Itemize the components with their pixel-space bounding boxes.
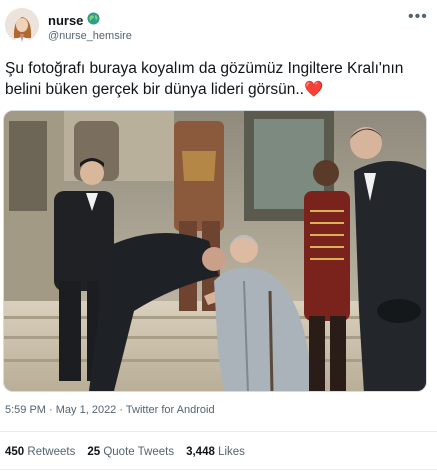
photo-illustration	[4, 111, 426, 391]
divider	[0, 431, 437, 432]
tweet-stats: 450 Retweets 25 Quote Tweets 3,448 Likes	[5, 446, 245, 458]
retweets-label: Retweets	[27, 446, 76, 458]
likes-label: Likes	[218, 446, 245, 458]
quotes-count: 25	[87, 446, 101, 458]
author-name-row[interactable]: nurse	[48, 12, 100, 28]
divider	[0, 469, 437, 470]
likes-stat[interactable]: 3,448 Likes	[186, 446, 245, 458]
tweet-date[interactable]: May 1, 2022	[56, 404, 117, 416]
more-icon[interactable]: •••	[408, 8, 428, 26]
tweet-body: Şu fotoğrafı buraya koyalım da gözümüz I…	[5, 60, 404, 98]
retweets-stat[interactable]: 450 Retweets	[5, 446, 75, 458]
author-display-name[interactable]: nurse	[48, 13, 83, 28]
retweets-count: 450	[5, 446, 25, 458]
avatar-image	[5, 8, 39, 42]
quotes-stat[interactable]: 25 Quote Tweets	[87, 446, 174, 458]
tweet-source[interactable]: Twitter for Android	[126, 404, 215, 416]
tweet-time[interactable]: 5:59 PM	[5, 404, 46, 416]
globe-icon	[87, 12, 100, 28]
quotes-label: Quote Tweets	[103, 446, 175, 458]
avatar[interactable]	[5, 8, 39, 42]
tweet-photo[interactable]	[3, 110, 427, 392]
likes-count: 3,448	[186, 446, 215, 458]
meta-separator: ·	[119, 404, 124, 416]
author-handle[interactable]: @nurse_hemsire	[48, 30, 132, 42]
meta-separator: ·	[49, 404, 53, 416]
tweet-meta: 5:59 PM · May 1, 2022 · Twitter for Andr…	[5, 404, 215, 416]
tweet-text: Şu fotoğrafı buraya koyalım da gözümüz I…	[5, 58, 429, 100]
heart-emoji: ❤️	[303, 81, 324, 98]
